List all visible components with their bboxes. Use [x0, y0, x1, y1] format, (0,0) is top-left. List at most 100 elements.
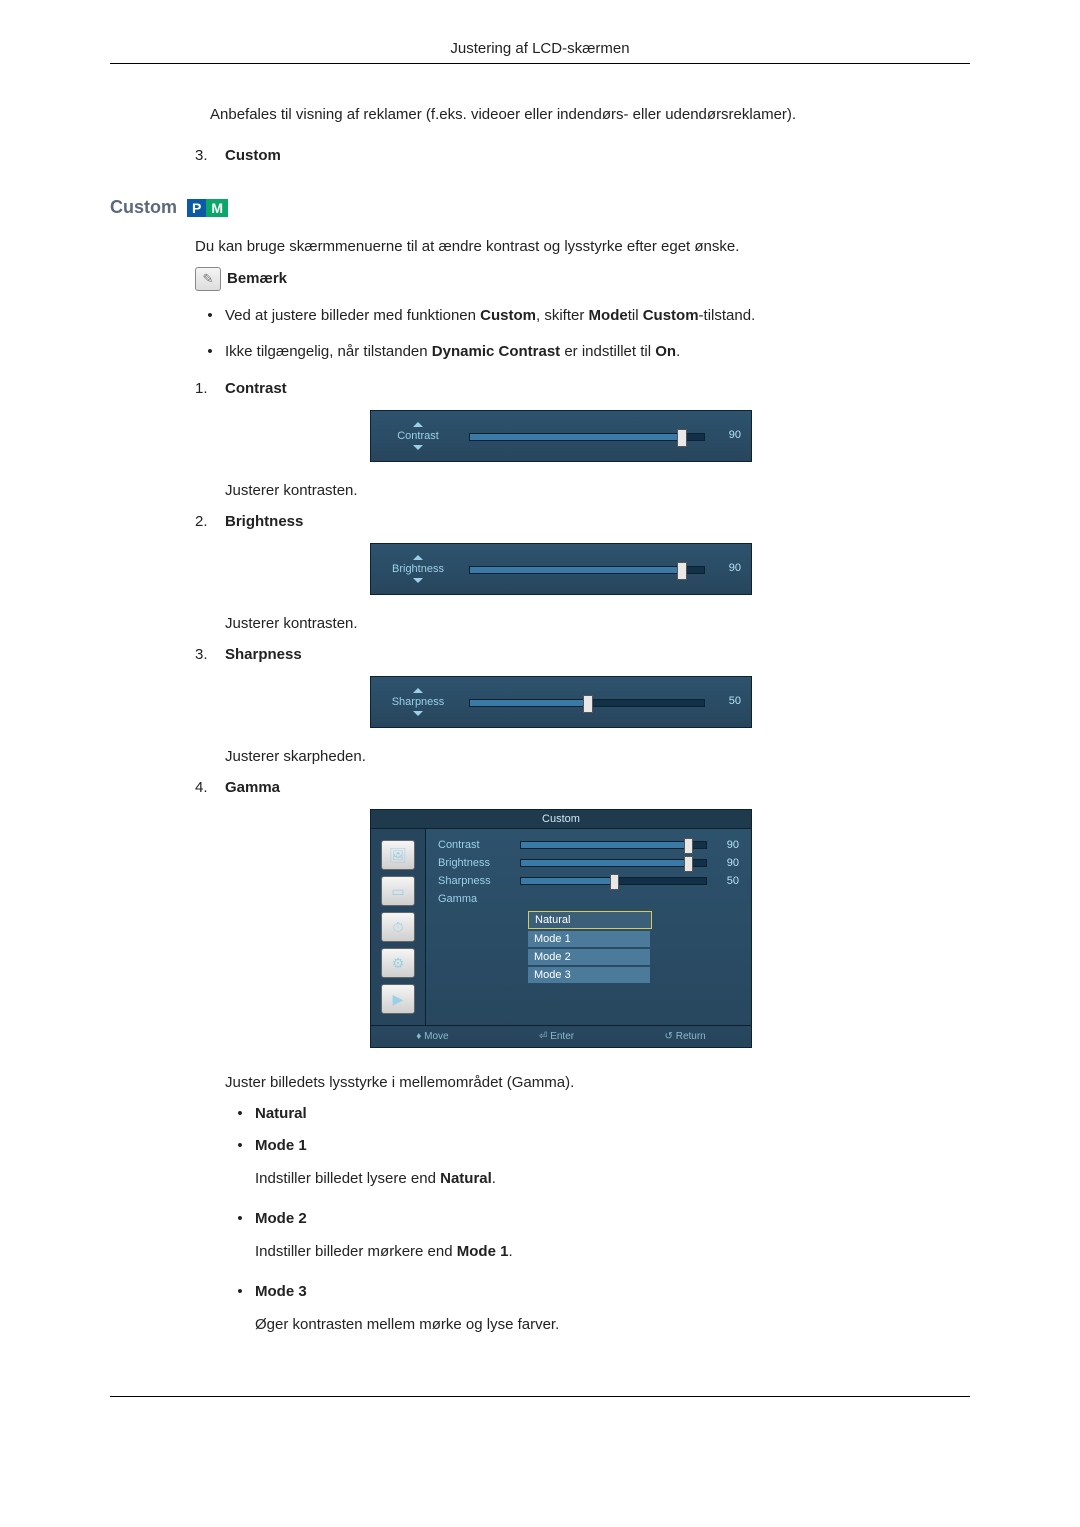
- mode-label: Mode 2: [255, 1208, 307, 1231]
- mode2-desc: Indstiller billeder mørkere end Mode 1.: [255, 1241, 970, 1264]
- page-header: Justering af LCD-skærmen: [110, 40, 970, 64]
- t: til: [628, 307, 643, 324]
- t: -tilstand.: [699, 307, 756, 324]
- menu-row-sharpness: Sharpness 50: [438, 875, 739, 887]
- row-bar: [520, 841, 707, 849]
- t: Ikke tilgængelig, når tilstanden: [225, 343, 432, 360]
- menu-title: Custom: [371, 810, 751, 829]
- footer-divider: [110, 1396, 970, 1397]
- slider-track: [469, 433, 705, 441]
- item-label: Gamma: [225, 777, 970, 800]
- section-intro: Du kan bruge skærmmenuerne til at ændre …: [195, 236, 970, 259]
- menu-icon-column: 🖼 ▭ ⏱ ⚙ ▶: [371, 829, 426, 1025]
- item-num: 1.: [195, 378, 225, 401]
- menu-icon-settings: ⚙: [381, 948, 415, 978]
- slider-value: 90: [729, 429, 741, 441]
- item-desc: Justerer kontrasten.: [225, 480, 970, 503]
- item-label: Contrast: [225, 378, 970, 401]
- t: Custom: [643, 307, 699, 324]
- item-brightness: 2. Brightness: [195, 511, 970, 534]
- slider-fill: [470, 567, 681, 573]
- gamma-mode-mode3: • Mode 3: [225, 1281, 970, 1304]
- mode-label: Natural: [255, 1103, 307, 1126]
- row-value: 90: [715, 839, 739, 851]
- mode3-desc: Øger kontrasten mellem mørke og lyse far…: [255, 1314, 970, 1337]
- t: On: [655, 343, 676, 360]
- t: Natural: [440, 1170, 492, 1187]
- intro-paragraph: Anbefales til visning af reklamer (f.eks…: [210, 104, 970, 127]
- t: .: [508, 1243, 512, 1260]
- slider-label-region: Sharpness: [379, 683, 457, 721]
- menu-row-gamma: Gamma: [438, 893, 739, 905]
- slider-label-region: Contrast: [379, 417, 457, 455]
- slider-track: [469, 699, 705, 707]
- menu-body: 🖼 ▭ ⏱ ⚙ ▶ Contrast 90 Brightness 9: [371, 829, 751, 1025]
- row-value: 50: [715, 875, 739, 887]
- bullet-dot: •: [225, 1135, 255, 1158]
- pm-badge: PM: [187, 200, 228, 216]
- note-bullet-1: • Ved at justere billeder med funktionen…: [195, 305, 970, 328]
- note-label: Bemærk: [227, 270, 287, 287]
- t: Mode 1: [457, 1243, 509, 1260]
- slider-track: [469, 566, 705, 574]
- gamma-mode-mode1: • Mode 1: [225, 1135, 970, 1158]
- footer-return: ↺ Return: [665, 1031, 706, 1042]
- item-sharpness: 3. Sharpness: [195, 644, 970, 667]
- item-gamma: 4. Gamma: [195, 777, 970, 800]
- chevron-down-icon: [413, 445, 423, 450]
- footer-enter: ⏎ Enter: [539, 1031, 574, 1042]
- t: Indstiller billeder mørkere end: [255, 1243, 457, 1260]
- slider-thumb: [583, 695, 593, 713]
- menu-icon-timer: ⏱: [381, 912, 415, 942]
- contrast-slider-graphic: Contrast 90: [370, 410, 752, 462]
- prior-list-item: 3. Custom: [195, 145, 970, 168]
- item-num: 4.: [195, 777, 225, 800]
- brightness-slider-graphic: Brightness 90: [370, 543, 752, 595]
- chevron-up-icon: [413, 555, 423, 560]
- footer-move: ♦ Move: [416, 1031, 448, 1042]
- item-contrast: 1. Contrast: [195, 378, 970, 401]
- row-label: Sharpness: [438, 875, 520, 887]
- item-desc: Justerer kontrasten.: [225, 613, 970, 636]
- item-label: Brightness: [225, 511, 970, 534]
- mode1-desc: Indstiller billedet lysere end Natural.: [255, 1168, 970, 1191]
- bullet-dot: •: [225, 1281, 255, 1304]
- row-label: Contrast: [438, 839, 520, 851]
- menu-icon-display: ▭: [381, 876, 415, 906]
- row-bar: [520, 859, 707, 867]
- t: Return: [676, 1031, 706, 1042]
- gamma-desc: Juster billedets lysstyrke i mellemområd…: [225, 1072, 970, 1095]
- gamma-mode-mode2: • Mode 2: [225, 1208, 970, 1231]
- bullet-dot: •: [195, 305, 225, 328]
- header-divider: [110, 63, 970, 64]
- note-bullet-2: • Ikke tilgængelig, når tilstanden Dynam…: [195, 341, 970, 364]
- gamma-option-mode3: Mode 3: [528, 967, 650, 983]
- item-num: 3.: [195, 644, 225, 667]
- bullet-dot: •: [225, 1208, 255, 1231]
- t: Move: [424, 1031, 448, 1042]
- slider-value: 50: [729, 695, 741, 707]
- slider-thumb: [677, 562, 687, 580]
- gamma-menu-graphic: Custom 🖼 ▭ ⏱ ⚙ ▶ Contrast 90 Brig: [370, 809, 752, 1048]
- page: Justering af LCD-skærmen Anbefales til v…: [0, 0, 1080, 1457]
- chevron-down-icon: [413, 711, 423, 716]
- note-bullet-1-text: Ved at justere billeder med funktionen C…: [225, 305, 970, 328]
- gamma-options: Natural Mode 1 Mode 2 Mode 3: [528, 911, 739, 983]
- menu-icon-picture: 🖼: [381, 840, 415, 870]
- t: Ved at justere billeder med funktionen: [225, 307, 480, 324]
- t: er indstillet til: [560, 343, 655, 360]
- row-bar: [520, 877, 707, 885]
- section-heading-custom: Custom PM: [110, 197, 970, 218]
- menu-footer: ♦ Move ⏎ Enter ↺ Return: [371, 1025, 751, 1047]
- row-label: Brightness: [438, 857, 520, 869]
- slider-label-region: Brightness: [379, 550, 457, 588]
- mode-label: Mode 3: [255, 1281, 307, 1304]
- t: Indstiller billedet lysere end: [255, 1170, 440, 1187]
- item-label: Sharpness: [225, 644, 970, 667]
- mode-label: Mode 1: [255, 1135, 307, 1158]
- slider-label: Sharpness: [392, 696, 445, 708]
- prior-list-label: Custom: [225, 145, 970, 168]
- slider-label: Brightness: [392, 563, 444, 575]
- sharpness-slider-graphic: Sharpness 50: [370, 676, 752, 728]
- chevron-up-icon: [413, 688, 423, 693]
